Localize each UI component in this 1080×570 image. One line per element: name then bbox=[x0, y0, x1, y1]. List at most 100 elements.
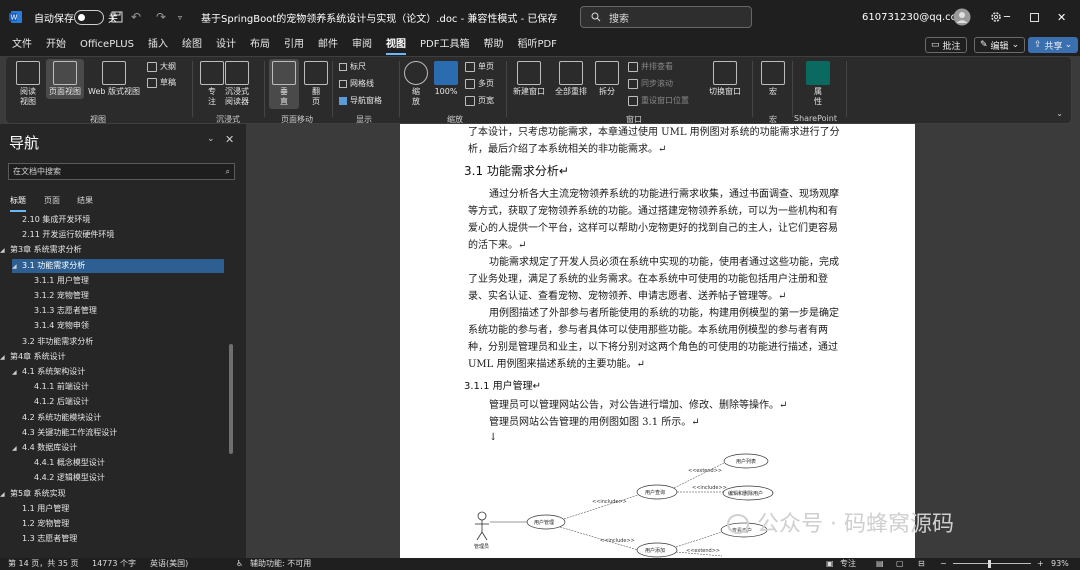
avatar[interactable] bbox=[953, 0, 971, 34]
nav-scrollbar[interactable] bbox=[229, 344, 233, 454]
account-email[interactable]: 610731230@qq.com bbox=[862, 0, 967, 34]
page-count[interactable]: 第 14 页，共 35 页 bbox=[8, 558, 79, 570]
nav-heading-item[interactable]: 2.11 开发运行软硬件环境 bbox=[12, 228, 114, 242]
one-page-button[interactable]: 单页 bbox=[465, 62, 494, 72]
nav-search-input[interactable]: 在文档中搜索 ⌕ bbox=[8, 163, 235, 180]
side-to-side-button[interactable]: 翻 页 bbox=[304, 61, 328, 107]
comments-button[interactable]: ▭ 批注 bbox=[925, 37, 967, 53]
read-mode-icon[interactable]: ▤ bbox=[876, 558, 884, 570]
qat-more-icon[interactable]: ▿ bbox=[178, 0, 182, 34]
tab-headings[interactable]: 标题 bbox=[10, 195, 26, 212]
new-window-button[interactable]: 新建窗口 bbox=[513, 61, 545, 97]
multiple-pages-button[interactable]: 多页 bbox=[465, 79, 494, 89]
focus-mode[interactable]: 专注 bbox=[840, 558, 856, 570]
nav-heading-item[interactable]: 4.4.1 概念模型设计 bbox=[24, 456, 105, 470]
nav-heading-item[interactable]: ◢ 第3章 系统需求分析 bbox=[0, 243, 82, 257]
accessibility-status[interactable]: 辅助功能: 不可用 bbox=[250, 558, 311, 570]
expand-triangle-icon[interactable]: ◢ bbox=[0, 351, 10, 365]
undo-icon[interactable]: ↶ bbox=[131, 0, 141, 34]
split-button[interactable]: 拆分 bbox=[595, 61, 619, 97]
zoom-level[interactable]: 93% bbox=[1051, 558, 1069, 570]
nav-heading-item[interactable]: 4.1.2 后端设计 bbox=[24, 395, 89, 409]
nav-heading-item[interactable]: 3.1.3 志愿者管理 bbox=[24, 304, 97, 318]
expand-triangle-icon[interactable]: ◢ bbox=[12, 442, 22, 456]
reset-position-button[interactable]: 重设窗口位置 bbox=[628, 96, 689, 106]
nav-heading-item[interactable]: 4.3 关键功能工作流程设计 bbox=[12, 426, 117, 440]
zoom-100-button[interactable]: 100% bbox=[434, 61, 458, 97]
print-layout-button[interactable]: 页面视图 bbox=[46, 59, 84, 99]
zoom-in-icon[interactable]: + bbox=[1037, 558, 1044, 570]
language[interactable]: 英语(美国) bbox=[150, 558, 188, 570]
ruler-checkbox[interactable]: 标尺 bbox=[339, 62, 366, 72]
menu-tab-7[interactable]: 引用 bbox=[277, 34, 311, 56]
settings-icon[interactable] bbox=[990, 0, 1002, 34]
zoom-button[interactable]: 缩 放 bbox=[404, 61, 428, 107]
menu-tab-6[interactable]: 布局 bbox=[243, 34, 277, 56]
close-icon[interactable]: ✕ bbox=[225, 133, 234, 146]
menu-tab-2[interactable]: OfficePLUS bbox=[73, 34, 141, 56]
properties-button[interactable]: 属 性 bbox=[806, 61, 830, 107]
collapse-ribbon-icon[interactable]: ⌄ bbox=[1056, 109, 1063, 118]
nav-heading-item[interactable]: ◢ 第5章 系统实现 bbox=[0, 487, 66, 501]
nav-heading-item[interactable]: 2.10 集成开发环境 bbox=[12, 213, 90, 227]
immersive-reader-button[interactable]: 沉浸式 阅读器 bbox=[225, 61, 249, 107]
side-by-side-button[interactable]: 并排查看 bbox=[628, 62, 673, 72]
nav-heading-item[interactable]: 1.2 宠物管理 bbox=[12, 517, 69, 531]
nav-heading-item[interactable]: ◢ 4.4 数据库设计 bbox=[12, 441, 77, 455]
menu-tab-12[interactable]: 帮助 bbox=[476, 34, 510, 56]
close-icon[interactable]: ✕ bbox=[1057, 0, 1066, 34]
chevron-down-icon[interactable]: ⌄ bbox=[207, 134, 215, 144]
draft-button[interactable]: 草稿 bbox=[147, 78, 176, 88]
nav-heading-item[interactable]: 3.2 非功能需求分析 bbox=[12, 335, 93, 349]
nav-heading-item[interactable]: 4.1.1 前端设计 bbox=[24, 380, 89, 394]
switch-window-button[interactable]: 切换窗口 bbox=[709, 61, 741, 97]
menu-tab-1[interactable]: 开始 bbox=[39, 34, 73, 56]
nav-heading-item[interactable]: 3.1.2 宠物管理 bbox=[24, 289, 89, 303]
tab-results[interactable]: 结果 bbox=[77, 195, 93, 206]
expand-triangle-icon[interactable]: ◢ bbox=[0, 488, 10, 502]
zoom-slider[interactable] bbox=[953, 563, 1031, 564]
nav-heading-item[interactable]: 3.1.1 用户管理 bbox=[24, 274, 89, 288]
nav-heading-item[interactable]: ◢ 第4章 系统设计 bbox=[0, 350, 66, 364]
word-count[interactable]: 14773 个字 bbox=[92, 558, 136, 570]
minimize-icon[interactable]: ─ bbox=[1004, 0, 1010, 34]
nav-heading-item[interactable]: ◢ 4.1 系统架构设计 bbox=[12, 365, 85, 379]
focus-button[interactable]: 专 注 bbox=[200, 61, 224, 107]
nav-heading-item[interactable]: 4.4.2 逻辑模型设计 bbox=[24, 471, 105, 485]
gridlines-checkbox[interactable]: 网格线 bbox=[339, 79, 374, 89]
search-box[interactable]: 搜索 bbox=[580, 6, 752, 28]
nav-heading-item[interactable]: 1.1 用户管理 bbox=[12, 502, 69, 516]
web-layout-icon[interactable]: ⊟ bbox=[918, 558, 925, 570]
menu-tab-8[interactable]: 邮件 bbox=[311, 34, 345, 56]
nav-heading-item[interactable]: 1.3 志愿者管理 bbox=[12, 532, 77, 546]
expand-triangle-icon[interactable]: ◢ bbox=[12, 366, 22, 380]
web-layout-button[interactable]: Web 版式视图 bbox=[88, 61, 140, 97]
nav-heading-item[interactable]: 4.2 系统功能模块设计 bbox=[12, 411, 101, 425]
menu-tab-4[interactable]: 绘图 bbox=[175, 34, 209, 56]
editing-button[interactable]: ✎ 编辑 ⌄ bbox=[974, 37, 1026, 53]
menu-tab-3[interactable]: 插入 bbox=[141, 34, 175, 56]
document-page[interactable]: 了本设计，只考虑功能需求，本章通过使用 UML 用例图对系统的功能需求进行了分 … bbox=[400, 124, 915, 558]
expand-triangle-icon[interactable]: ◢ bbox=[12, 260, 22, 274]
read-mode-button[interactable]: 阅读 视图 bbox=[16, 61, 40, 107]
zoom-out-icon[interactable]: − bbox=[940, 558, 947, 570]
page-width-button[interactable]: 页宽 bbox=[465, 96, 494, 106]
save-icon[interactable] bbox=[111, 0, 123, 34]
redo-icon[interactable]: ↷ bbox=[156, 0, 166, 34]
search-icon[interactable]: ⌕ bbox=[226, 164, 230, 179]
nav-heading-item[interactable]: 3.1.4 宠物申领 bbox=[24, 319, 89, 333]
zoom-slider-thumb[interactable] bbox=[988, 560, 991, 568]
menu-tab-10[interactable]: 视图 bbox=[379, 34, 413, 56]
tab-pages[interactable]: 页面 bbox=[44, 195, 60, 206]
nav-heading-item[interactable]: ◢ 3.1 功能需求分析 bbox=[12, 258, 224, 274]
navpane-checkbox[interactable]: 导航窗格 bbox=[339, 96, 382, 106]
sync-scroll-button[interactable]: 同步滚动 bbox=[628, 79, 673, 89]
menu-tab-13[interactable]: 稻听PDF bbox=[510, 34, 563, 56]
menu-tab-5[interactable]: 设计 bbox=[209, 34, 243, 56]
share-button[interactable]: ⇪ 共享 ⌄ bbox=[1028, 37, 1079, 53]
print-layout-icon[interactable]: ▢ bbox=[896, 558, 904, 570]
expand-triangle-icon[interactable]: ◢ bbox=[0, 244, 10, 258]
maximize-icon[interactable] bbox=[1030, 0, 1039, 34]
menu-tab-9[interactable]: 审阅 bbox=[345, 34, 379, 56]
vertical-button[interactable]: 垂 直 bbox=[269, 59, 299, 109]
